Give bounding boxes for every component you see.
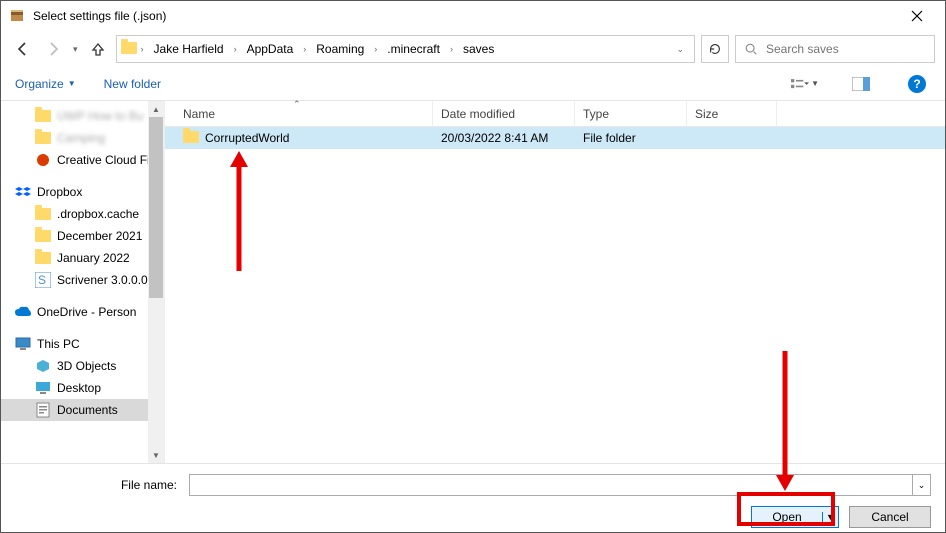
file-row[interactable]: CorruptedWorld 20/03/2022 8:41 AM File f… xyxy=(165,127,945,149)
folder-icon xyxy=(183,131,199,146)
column-headers[interactable]: Name Date modified Type Size xyxy=(165,101,945,127)
tree-item-onedrive[interactable]: OneDrive - Person xyxy=(1,301,164,323)
tree-item[interactable]: SScrivener 3.0.0.0. xyxy=(1,269,164,291)
document-icon xyxy=(35,402,51,418)
open-split-dropdown[interactable]: ▼ xyxy=(822,512,838,522)
forward-button[interactable] xyxy=(41,37,65,61)
help-button[interactable]: ? xyxy=(903,72,931,96)
open-button[interactable]: Open ▼ xyxy=(751,506,839,528)
chevron-right-icon: › xyxy=(301,44,308,54)
dropbox-icon xyxy=(15,184,31,200)
pc-icon xyxy=(15,336,31,352)
preview-pane-button[interactable] xyxy=(847,72,875,96)
chevron-right-icon: › xyxy=(232,44,239,54)
tree-item-documents[interactable]: Documents xyxy=(1,399,164,421)
tree-item-dropbox[interactable]: Dropbox xyxy=(1,181,164,203)
scrivener-icon: S xyxy=(35,272,51,288)
tree-item-desktop[interactable]: Desktop xyxy=(1,377,164,399)
tree-scrollbar[interactable]: ▲▼ xyxy=(148,101,164,463)
tree-item[interactable]: Camping xyxy=(1,127,164,149)
chevron-right-icon: › xyxy=(372,44,379,54)
filename-combobox[interactable]: ⌄ xyxy=(189,474,931,496)
chevron-right-icon: › xyxy=(448,44,455,54)
search-icon xyxy=(744,42,758,56)
column-type: Type xyxy=(575,101,687,126)
filename-dropdown[interactable]: ⌄ xyxy=(912,475,930,495)
new-folder-button[interactable]: New folder xyxy=(104,77,161,91)
column-name: Name xyxy=(175,101,433,126)
window-title: Select settings file (.json) xyxy=(33,9,897,23)
svg-text:S: S xyxy=(38,273,46,287)
file-date: 20/03/2022 8:41 AM xyxy=(433,131,575,145)
tree-item[interactable]: UWP How to Bu xyxy=(1,105,164,127)
breadcrumb-item[interactable]: AppData xyxy=(241,40,300,58)
tree-item-3d-objects[interactable]: 3D Objects xyxy=(1,355,164,377)
back-button[interactable] xyxy=(11,37,35,61)
address-bar[interactable]: › Jake Harfield › AppData › Roaming › .m… xyxy=(116,35,695,63)
search-input[interactable] xyxy=(766,42,926,56)
annotation-arrow-icon xyxy=(227,151,251,271)
chevron-right-icon: › xyxy=(139,44,146,54)
breadcrumb-item[interactable]: saves xyxy=(457,40,500,58)
view-options-button[interactable]: ▼ xyxy=(791,72,819,96)
tree-item[interactable]: .dropbox.cache xyxy=(1,203,164,225)
column-date: Date modified xyxy=(433,101,575,126)
filename-label: File name: xyxy=(15,478,183,492)
tree-item-creative-cloud[interactable]: Creative Cloud Fil xyxy=(1,149,164,171)
file-type: File folder xyxy=(575,131,687,145)
navigation-tree[interactable]: UWP How to Bu Camping Creative Cloud Fil… xyxy=(1,101,165,463)
breadcrumb-item[interactable]: Jake Harfield xyxy=(148,40,230,58)
recent-locations-dropdown[interactable]: ▾ xyxy=(71,44,80,55)
onedrive-icon xyxy=(15,304,31,320)
organize-menu[interactable]: Organize▼ xyxy=(15,77,76,91)
up-button[interactable] xyxy=(86,37,110,61)
close-button[interactable] xyxy=(897,1,937,31)
cube-icon xyxy=(35,358,51,374)
tree-item[interactable]: January 2022 xyxy=(1,247,164,269)
folder-icon xyxy=(121,42,137,57)
search-box[interactable] xyxy=(735,35,935,63)
column-size: Size xyxy=(687,101,777,126)
file-name: CorruptedWorld xyxy=(205,131,289,145)
tree-item[interactable]: December 2021 xyxy=(1,225,164,247)
desktop-icon xyxy=(35,380,51,396)
cancel-button[interactable]: Cancel xyxy=(849,506,931,528)
app-icon xyxy=(9,8,25,24)
breadcrumb-item[interactable]: .minecraft xyxy=(381,40,446,58)
chevron-down-icon[interactable]: ⌄ xyxy=(676,44,684,55)
cloud-icon xyxy=(35,152,51,168)
breadcrumb-item[interactable]: Roaming xyxy=(310,40,370,58)
filename-input[interactable] xyxy=(190,475,912,495)
sort-ascending-icon: ⌃ xyxy=(293,99,301,110)
refresh-button[interactable] xyxy=(701,35,729,63)
tree-item-thispc[interactable]: This PC xyxy=(1,333,164,355)
